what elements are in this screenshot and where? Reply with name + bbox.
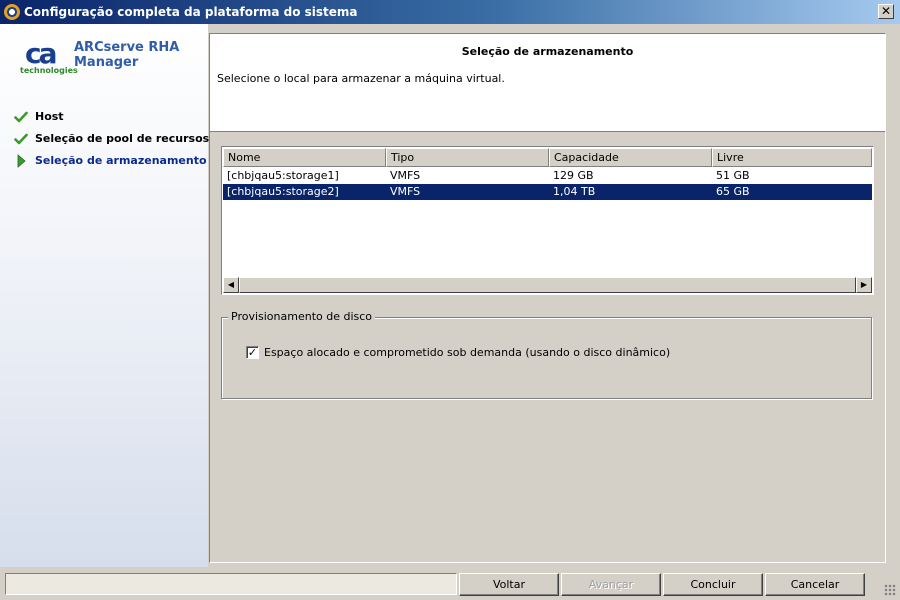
scroll-right-button[interactable]: ▶: [856, 277, 872, 293]
cell-capacity: 1,04 TB: [553, 185, 596, 198]
storage-table: Nome Tipo Capacidade Livre [chbjqau5:sto…: [221, 146, 874, 295]
status-field: [5, 573, 457, 595]
app-icon: [4, 4, 20, 20]
disk-provisioning-group: Provisionamento de disco ✓ Espaço alocad…: [221, 310, 872, 399]
cell-name: [chbjqau5:storage2]: [227, 185, 339, 198]
cell-type: VMFS: [390, 169, 421, 182]
checkmark-icon: [14, 111, 28, 123]
column-header-capacity[interactable]: Capacidade: [549, 148, 712, 167]
step-label: Host: [35, 110, 64, 123]
ca-technologies-logo: ca technologies: [20, 38, 78, 78]
column-header-free[interactable]: Livre: [712, 148, 872, 167]
thin-provisioning-label[interactable]: Espaço alocado e comprometido sob demand…: [264, 346, 670, 359]
checkmark-icon: [14, 133, 28, 145]
page-description: Selecione o local para armazenar a máqui…: [217, 72, 505, 85]
close-button[interactable]: ✕: [878, 4, 894, 19]
scroll-thumb[interactable]: [239, 277, 856, 293]
step-storage: Seleção de armazenamento: [14, 154, 209, 176]
logo-subtitle: technologies: [20, 66, 78, 75]
step-host: Host: [14, 110, 209, 132]
title-bar: Configuração completa da plataforma do s…: [0, 0, 900, 24]
table-header: Nome Tipo Capacidade Livre: [223, 148, 872, 167]
next-button[interactable]: Avançar: [561, 573, 661, 596]
cell-name: [chbjqau5:storage1]: [227, 169, 339, 182]
column-header-name[interactable]: Nome: [223, 148, 386, 167]
cell-type: VMFS: [390, 185, 421, 198]
arrow-right-icon: [17, 154, 26, 168]
resize-grip-icon[interactable]: [884, 584, 896, 596]
horizontal-scrollbar[interactable]: ◀ ▶: [223, 277, 872, 293]
wizard-sidebar: ca technologies ARCserve RHA Manager Hos…: [0, 24, 209, 567]
table-row-selected[interactable]: [chbjqau5:storage2] VMFS 1,04 TB 65 GB: [223, 184, 872, 200]
column-header-type[interactable]: Tipo: [386, 148, 549, 167]
step-resource-pool: Seleção de pool de recursos: [14, 132, 209, 154]
wizard-steps: Host Seleção de pool de recursos Seleção…: [14, 110, 209, 176]
cell-capacity: 129 GB: [553, 169, 594, 182]
step-label: Seleção de pool de recursos: [35, 132, 210, 145]
ca-logo-icon: ca: [25, 38, 59, 66]
table-row[interactable]: [chbjqau5:storage1] VMFS 129 GB 51 GB: [223, 168, 872, 184]
table-body: [chbjqau5:storage1] VMFS 129 GB 51 GB [c…: [223, 168, 872, 200]
cell-free: 65 GB: [716, 185, 750, 198]
cell-free: 51 GB: [716, 169, 750, 182]
cancel-button[interactable]: Cancelar: [765, 573, 865, 596]
back-button[interactable]: Voltar: [459, 573, 559, 596]
step-label: Seleção de armazenamento: [35, 154, 207, 167]
finish-button[interactable]: Concluir: [663, 573, 763, 596]
scroll-left-button[interactable]: ◀: [223, 277, 239, 293]
page-title: Seleção de armazenamento: [461, 45, 634, 58]
window-title: Configuração completa da plataforma do s…: [24, 5, 358, 19]
group-legend: Provisionamento de disco: [228, 310, 376, 323]
page-header: Seleção de armazenamento Selecione o loc…: [210, 34, 885, 132]
svg-text:ca: ca: [25, 38, 56, 66]
wizard-page: Seleção de armazenamento Selecione o loc…: [209, 33, 886, 563]
thin-provisioning-checkbox[interactable]: ✓: [246, 346, 259, 359]
product-name: ARCserve RHA Manager: [74, 40, 180, 70]
